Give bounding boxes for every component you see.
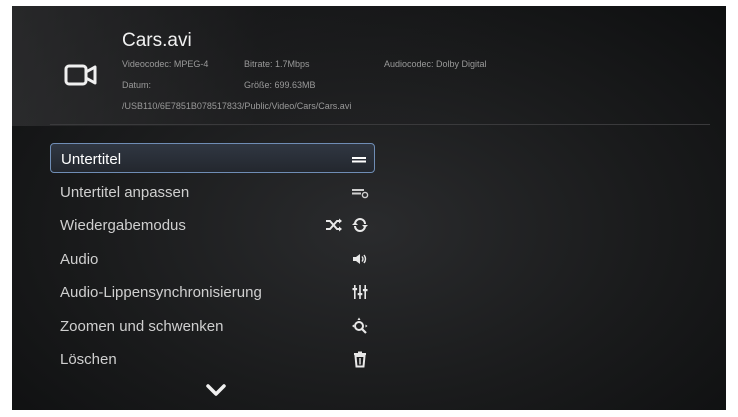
options-menu: Untertitel Untertitel anpassen Wiedergab… <box>50 143 375 378</box>
menu-item-label: Audio <box>60 250 99 268</box>
speaker-icon <box>353 253 367 264</box>
menu-item-label: Zoomen und schwenken <box>60 317 224 335</box>
menu-item-label: Untertitel <box>61 151 122 168</box>
date-text: Datum: <box>122 80 152 90</box>
menu-item-untertitel[interactable]: Untertitel <box>50 143 375 173</box>
menu-item-untertitel-anpassen[interactable]: Untertitel anpassen <box>50 177 375 207</box>
subtitle-adjust-icon <box>352 188 369 198</box>
menu-item-label: Wiedergabemodus <box>60 217 186 234</box>
tv-screen: Cars.avi Videocodec: MPEG-4 Bitrate: 1.7… <box>12 6 726 410</box>
menu-item-zoomen-und-schwenken[interactable]: Zoomen und schwenken <box>50 311 375 341</box>
menu-item-label: Untertitel anpassen <box>60 183 190 201</box>
video-camera-icon <box>64 64 97 86</box>
equalizer-icon <box>352 285 368 299</box>
zoom-pan-icon <box>352 317 368 334</box>
bitrate-text: Bitrate: 1.7Mbps <box>244 59 310 69</box>
menu-item-loeschen[interactable]: Löschen <box>50 344 375 374</box>
videocodec-text: Videocodec: MPEG-4 <box>122 59 209 69</box>
file-info-header: Cars.avi Videocodec: MPEG-4 Bitrate: 1.7… <box>12 6 726 126</box>
audiocodec-text: Audiocodec: Dolby Digital <box>384 59 487 69</box>
menu-item-label: Audio-Lippensynchronisierung <box>60 284 262 301</box>
subtitle-lines-icon <box>352 157 366 163</box>
repeat-icon <box>352 218 368 232</box>
size-text: Größe: 699.63MB <box>244 80 316 90</box>
menu-item-wiedergabemodus[interactable]: Wiedergabemodus <box>50 210 375 240</box>
chevron-down-icon[interactable] <box>205 383 227 397</box>
menu-item-audio[interactable]: Audio <box>50 244 375 274</box>
trash-icon <box>354 351 366 368</box>
file-path-text: /USB110/6E7851B078517833/Public/Video/Ca… <box>122 101 352 111</box>
header-divider <box>50 124 710 125</box>
shuffle-icon <box>326 218 342 232</box>
file-title: Cars.avi <box>122 30 192 51</box>
menu-item-label: Löschen <box>60 351 117 368</box>
menu-item-audio-lippensynchronisierung[interactable]: Audio-Lippensynchronisierung <box>50 277 375 307</box>
